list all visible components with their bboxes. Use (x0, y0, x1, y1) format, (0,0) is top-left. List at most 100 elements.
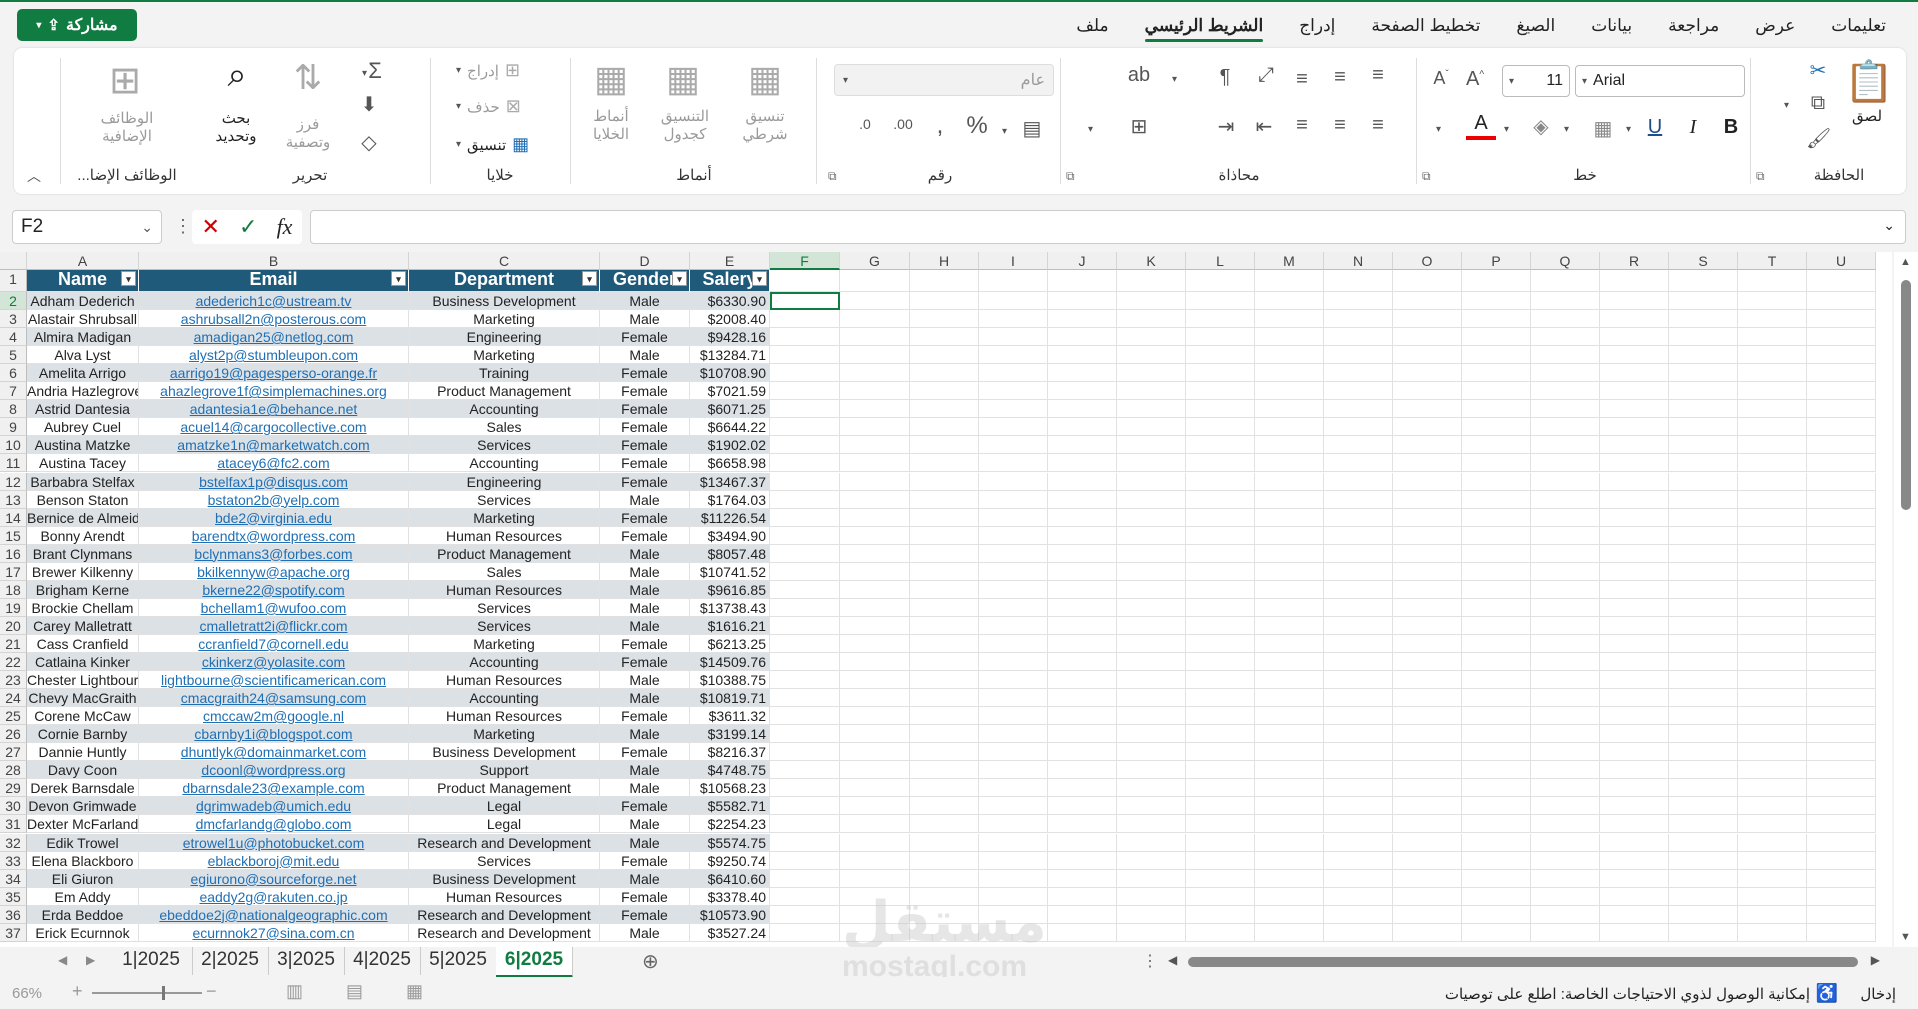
cell[interactable] (1324, 526, 1393, 545)
cell[interactable] (1669, 436, 1738, 455)
cell[interactable] (1255, 653, 1324, 671)
cell[interactable] (979, 490, 1048, 509)
cell-name[interactable]: Brockie Chellam (27, 598, 139, 617)
cell[interactable] (1738, 436, 1807, 455)
cell[interactable] (840, 797, 910, 816)
column-header-u[interactable]: U (1807, 252, 1876, 270)
cell[interactable] (1324, 328, 1393, 347)
cell-department[interactable]: Marketing (409, 310, 600, 329)
cell-email[interactable]: aarrigo19@pagesperso-orange.fr (139, 364, 409, 383)
cell[interactable] (1186, 508, 1255, 527)
cell[interactable] (770, 725, 840, 744)
email-link[interactable]: alyst2p@stumbleupon.com (189, 347, 358, 363)
cell[interactable] (840, 616, 910, 635)
cell[interactable] (1531, 707, 1600, 726)
cell[interactable] (1048, 310, 1117, 329)
cell[interactable] (1255, 743, 1324, 762)
cell[interactable] (979, 346, 1048, 365)
cell-department[interactable]: Engineering (409, 472, 600, 491)
cell[interactable] (979, 653, 1048, 671)
cell[interactable] (1255, 364, 1324, 383)
cell[interactable] (1393, 761, 1462, 780)
bold-icon[interactable]: B (1720, 116, 1742, 139)
cell[interactable] (770, 310, 840, 329)
cell-gender[interactable]: Female (600, 653, 690, 671)
email-link[interactable]: dgrimwadeb@umich.edu (196, 798, 351, 814)
row-header[interactable]: 36 (0, 905, 27, 924)
cell[interactable] (840, 310, 910, 329)
cell[interactable] (1669, 544, 1738, 563)
format-cells-button[interactable]: ▦ تنسيق ▾ (456, 134, 529, 155)
cell[interactable] (1048, 743, 1117, 762)
cell[interactable] (1186, 454, 1255, 473)
cell[interactable] (1738, 310, 1807, 329)
cell[interactable] (1393, 292, 1462, 310)
cell-department[interactable]: Product Management (409, 544, 600, 563)
email-link[interactable]: cbarnby1i@blogspot.com (194, 726, 352, 742)
cell[interactable] (1255, 689, 1324, 708)
chevron-down-icon[interactable]: ▾ (362, 68, 367, 79)
cell-email[interactable]: atacey6@fc2.com (139, 454, 409, 473)
cell-gender[interactable]: Female (600, 400, 690, 419)
cell[interactable] (1462, 598, 1531, 617)
sheet-tab[interactable]: 4|2025 (344, 947, 421, 975)
cell-salary[interactable]: $11226.54 (690, 508, 770, 527)
cell[interactable] (770, 454, 840, 473)
cell[interactable] (1462, 725, 1531, 744)
cell[interactable] (1117, 292, 1186, 310)
row-header[interactable]: 29 (0, 779, 27, 798)
cell[interactable] (1048, 454, 1117, 473)
fill-color-icon[interactable]: ◈ (1526, 114, 1556, 139)
cell[interactable] (1531, 779, 1600, 798)
cell-gender[interactable]: Female (600, 887, 690, 906)
row-header[interactable]: 33 (0, 851, 27, 870)
cell-salary[interactable]: $7021.59 (690, 382, 770, 401)
cell[interactable] (840, 544, 910, 563)
cell[interactable] (1186, 580, 1255, 599)
cell[interactable] (1324, 815, 1393, 834)
cell[interactable] (840, 328, 910, 347)
cell[interactable] (910, 707, 979, 726)
cell-email[interactable]: egiurono@sourceforge.net (139, 869, 409, 888)
email-link[interactable]: dmcfarlandg@globo.com (196, 816, 352, 832)
cell[interactable] (840, 707, 910, 726)
cell[interactable] (1531, 905, 1600, 924)
cell[interactable] (1531, 490, 1600, 509)
cell[interactable] (1462, 815, 1531, 834)
cell[interactable] (1462, 634, 1531, 653)
cell[interactable] (1462, 743, 1531, 762)
cell[interactable] (1393, 671, 1462, 690)
cell[interactable] (1117, 490, 1186, 509)
cell[interactable] (1669, 418, 1738, 437)
cell[interactable] (1048, 508, 1117, 527)
dialog-launcher-icon[interactable]: ⧉ (1422, 169, 1431, 184)
accounting-format-icon[interactable]: ▤ (1018, 116, 1046, 141)
cell[interactable] (1600, 436, 1669, 455)
row-header[interactable]: 32 (0, 833, 27, 852)
cell-department[interactable]: Services (409, 598, 600, 617)
cell[interactable] (1669, 454, 1738, 473)
row-header[interactable]: 8 (0, 400, 27, 419)
cell-salary[interactable]: $10568.23 (690, 779, 770, 798)
cell-name[interactable]: Em Addy (27, 887, 139, 906)
cell[interactable] (1186, 490, 1255, 509)
cell[interactable] (1531, 833, 1600, 852)
insert-function-icon[interactable]: fx (277, 214, 293, 240)
cell[interactable] (1255, 580, 1324, 599)
cell[interactable] (770, 490, 840, 509)
cell[interactable] (1669, 526, 1738, 545)
cell[interactable] (1255, 454, 1324, 473)
cell-email[interactable]: bde2@virginia.edu (139, 508, 409, 527)
cell[interactable] (1531, 580, 1600, 599)
cell-gender[interactable]: Female (600, 436, 690, 455)
cell[interactable] (1600, 707, 1669, 726)
cell-email[interactable]: cmalletratt2i@flickr.com (139, 616, 409, 635)
email-link[interactable]: bchellam1@wufoo.com (201, 600, 347, 616)
cell[interactable] (910, 616, 979, 635)
cell-email[interactable]: cmacgraith24@samsung.com (139, 689, 409, 708)
cell[interactable] (840, 346, 910, 365)
email-link[interactable]: ccranfield7@cornell.edu (198, 636, 348, 652)
cell[interactable] (910, 454, 979, 473)
cell[interactable] (1255, 562, 1324, 581)
cell-gender[interactable]: Male (600, 725, 690, 744)
